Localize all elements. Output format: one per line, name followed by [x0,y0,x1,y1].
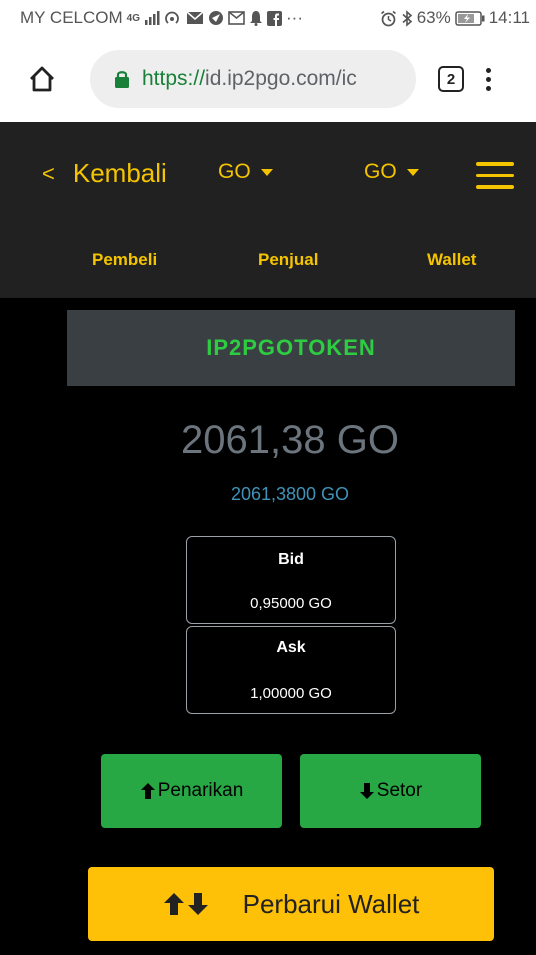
deposit-label: Setor [376,780,423,801]
browser-menu-button[interactable] [486,67,491,91]
arrow-down-icon [359,783,374,799]
refresh-wallet-label: Perbarui Wallet [242,888,420,919]
menu-dot [486,67,491,73]
signal-icon [145,11,160,25]
hamburger-menu-icon[interactable] [476,162,514,189]
network-type: 4G [126,12,140,24]
url-text: https://id.ip2pgo.com/ic [142,67,357,91]
withdraw-button[interactable]: Penarikan [101,754,282,828]
wallet-balance: 2061,38 GO [181,418,399,462]
top-nav: < Kembali GO GO [0,140,536,210]
status-bar: MY CELCOM 4G ··· 63% 14:11 [0,0,536,36]
back-label: Kembali [72,158,167,188]
url-host: id.ip2pgo.com/ic [205,67,357,90]
ask-label: Ask [276,639,306,656]
app-header: < Kembali GO GO Pembeli Penjual Wallet [0,122,536,298]
caret-down-icon [260,168,273,176]
bid-label: Bid [278,551,304,568]
home-button[interactable] [22,59,62,99]
nav-wallet[interactable]: Wallet [427,250,476,270]
token-name-banner: IP2PGOTOKEN [67,310,515,386]
refresh-wallet-button[interactable]: Perbarui Wallet [88,867,494,941]
currency-dropdown-2[interactable]: GO [364,160,419,184]
address-bar[interactable]: https://id.ip2pgo.com/ic [90,50,416,108]
hamburger-line [476,185,514,189]
arrow-up-icon [163,893,184,915]
back-link[interactable]: < Kembali [42,158,167,189]
notification-bell-icon [250,11,262,26]
withdraw-label: Penarikan [157,780,244,801]
url-scheme: https:// [142,67,206,90]
dropdown-label: GO [364,160,397,183]
hamburger-line [476,173,514,177]
facebook-icon [267,10,282,26]
arrow-up-icon [140,783,155,799]
arrow-down-icon [187,893,208,915]
home-icon [30,66,54,92]
email-icon [228,11,245,25]
battery-icon [454,10,485,26]
chevron-left-icon: < [42,160,55,186]
sub-nav: Pembeli Penjual Wallet [0,250,536,280]
battery-percent: 63% [416,8,451,27]
menu-dot [486,85,491,91]
caret-down-icon [406,168,419,176]
location-icon [209,11,223,25]
tab-switcher-button[interactable]: 2 [438,66,464,92]
browser-toolbar: https://id.ip2pgo.com/ic 2 [0,36,536,122]
nav-seller[interactable]: Penjual [258,250,318,270]
deposit-button[interactable]: Setor [300,754,481,828]
bluetooth-icon [402,9,412,27]
mail-icon [186,11,204,24]
ask-box: Ask 1,00000 GO [186,626,396,714]
ask-value: 1,00000 GO [250,685,332,702]
lock-icon [115,71,129,88]
wallet-balance-precise: 2061,3800 GO [230,484,350,504]
carrier-name: MY CELCOM [20,8,123,27]
bid-value: 0,95000 GO [250,595,332,612]
currency-dropdown-1[interactable]: GO [218,160,273,184]
alarm-icon [380,10,396,26]
dropdown-label: GO [218,160,251,183]
hamburger-line [476,162,514,166]
nav-buyer[interactable]: Pembeli [92,250,157,270]
refresh-arrows [163,892,209,916]
hotspot-icon [165,11,179,24]
more-notifications-icon: ··· [286,8,303,27]
menu-dot [486,76,491,82]
clock: 14:11 [488,8,530,27]
bid-box: Bid 0,95000 GO [186,536,396,624]
